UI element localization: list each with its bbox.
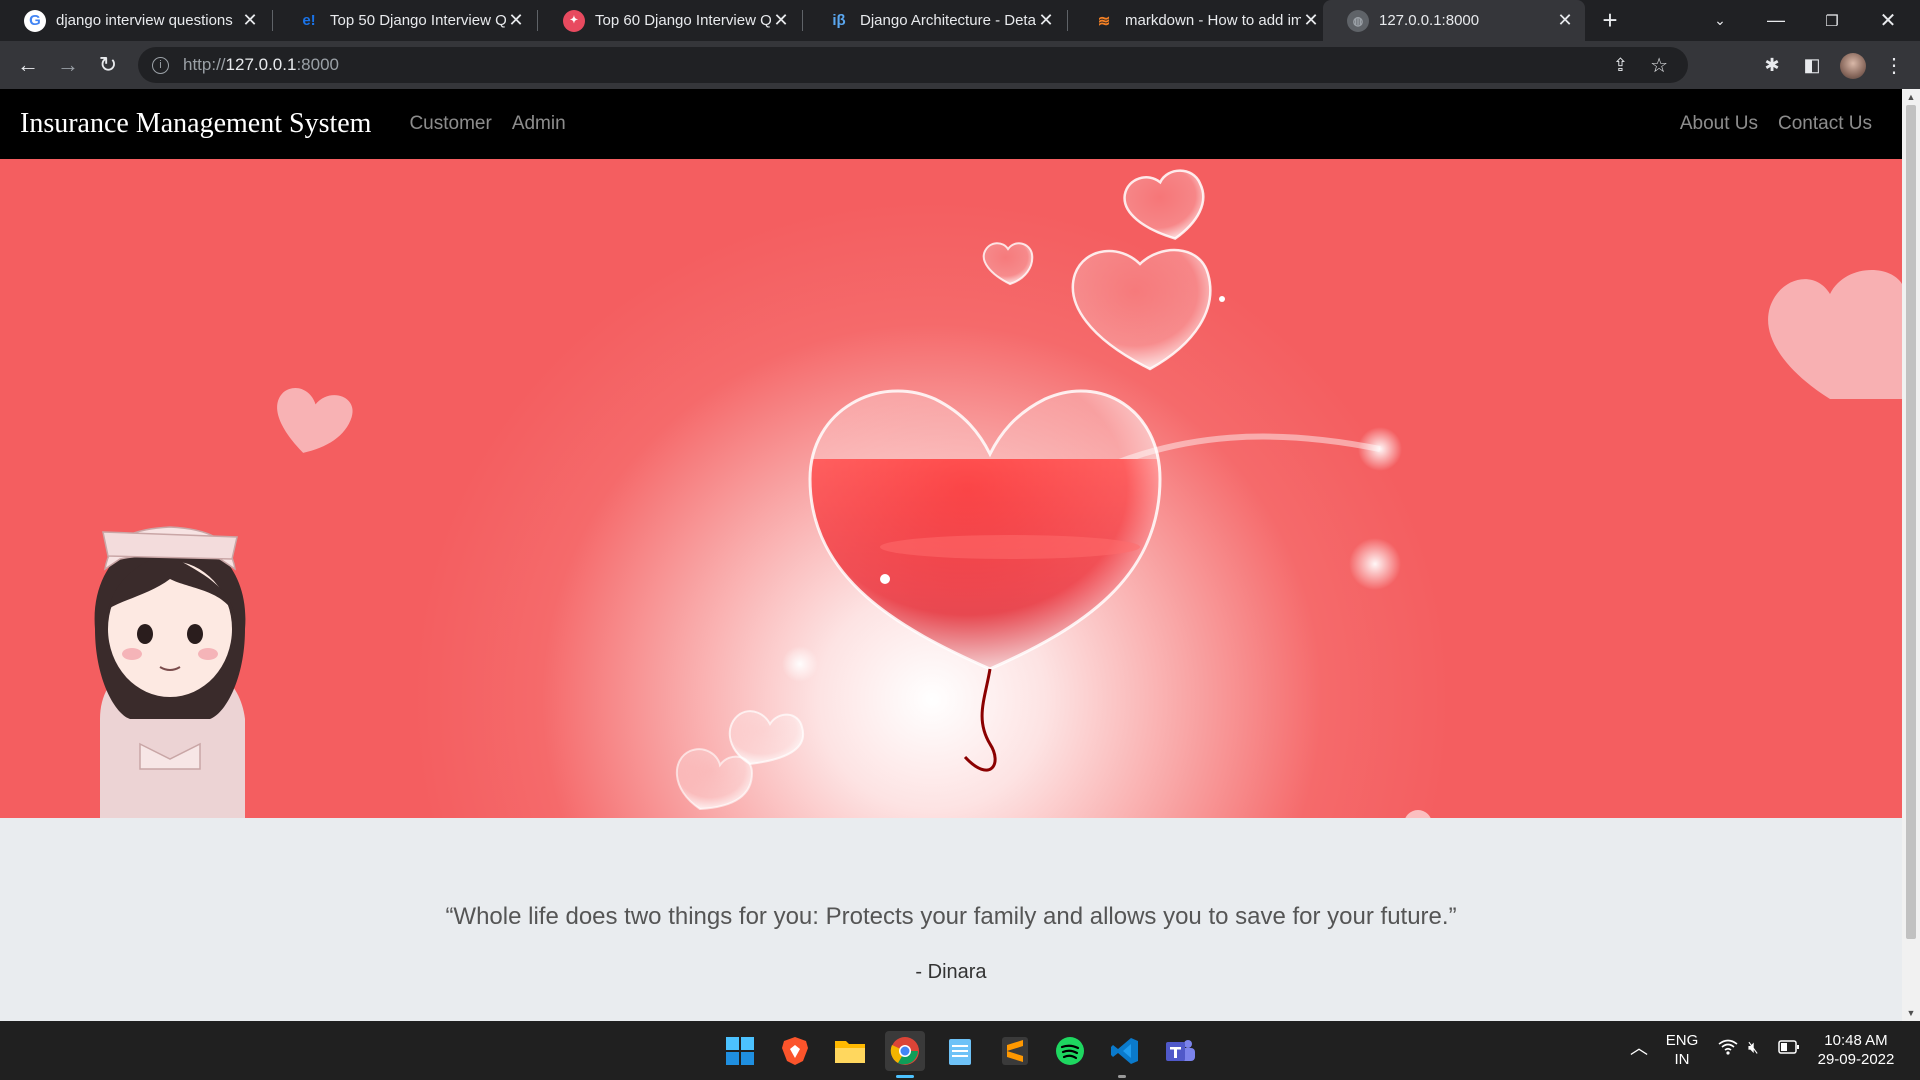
back-button[interactable]: ← [8, 45, 48, 85]
site-navbar: Insurance Management System Customer Adm… [0, 89, 1902, 159]
google-icon: G [24, 9, 46, 32]
brave-icon[interactable] [775, 1031, 815, 1071]
tab-1[interactable]: G django interview questions ✕ [0, 0, 270, 41]
spotify-icon[interactable] [1050, 1031, 1090, 1071]
tab-4[interactable]: iβ Django Architecture - Detai ✕ [804, 0, 1066, 41]
active-app-indicator [896, 1075, 914, 1078]
tab-title: Top 60 Django Interview Qu [595, 12, 772, 29]
edureka-icon: e! [302, 12, 316, 29]
tab-3[interactable]: ✦ Top 60 Django Interview Qu ✕ [539, 0, 801, 41]
browser-toolbar: ← → ↻ i http://127.0.0.1:8000 ⇪ ☆ ✱ ◧ ⋮ [0, 41, 1920, 89]
menu-kebab-icon[interactable]: ⋮ [1874, 45, 1914, 85]
close-icon[interactable]: ✕ [1036, 10, 1056, 31]
url-host: 127.0.0.1 [225, 55, 297, 74]
battery-icon[interactable] [1778, 1040, 1800, 1059]
close-icon[interactable]: ✕ [771, 10, 791, 31]
nav-customer[interactable]: Customer [409, 113, 491, 135]
notepad-icon[interactable] [940, 1031, 980, 1071]
tab-title: 127.0.0.1:8000 [1379, 12, 1480, 29]
restore-button[interactable]: ❐ [1804, 0, 1860, 41]
url-scheme: http:// [183, 55, 226, 74]
tab-6-active[interactable]: ◍ 127.0.0.1:8000 ✕ [1323, 0, 1585, 41]
interviewbit-icon: ✦ [563, 9, 585, 32]
side-panel-icon[interactable]: ◧ [1792, 45, 1832, 85]
tab-search-icon[interactable]: ⌄ [1692, 0, 1748, 41]
close-icon[interactable]: ✕ [1301, 10, 1321, 31]
chrome-icon[interactable] [885, 1031, 925, 1071]
nav-contact-us[interactable]: Contact Us [1778, 113, 1872, 135]
heart-balloon-illustration [94, 169, 1902, 818]
nav-about-us[interactable]: About Us [1680, 113, 1758, 135]
open-app-indicator [1118, 1075, 1126, 1078]
globe-icon: ◍ [1347, 9, 1369, 32]
close-window-button[interactable]: ✕ [1860, 0, 1916, 41]
clock[interactable]: 10:48 AM 29-09-2022 [1806, 1031, 1906, 1069]
share-icon[interactable]: ⇪ [1613, 55, 1628, 76]
wifi-icon[interactable] [1718, 1039, 1738, 1059]
quote-author: - Dinara [915, 961, 987, 983]
profile-avatar[interactable] [1840, 53, 1866, 79]
windows-taskbar: ︿ ENG IN 🔇︎ 10:48 AM 29-09-2022 [0, 1021, 1920, 1080]
vscode-icon[interactable] [1105, 1031, 1145, 1071]
address-bar[interactable]: i http://127.0.0.1:8000 ⇪ ☆ [138, 47, 1688, 83]
bookmark-star-icon[interactable]: ☆ [1650, 53, 1668, 78]
close-icon[interactable]: ✕ [1555, 10, 1575, 31]
clock-time: 10:48 AM [1824, 1032, 1888, 1049]
stackoverflow-icon: ≋ [1097, 12, 1111, 30]
site-brand[interactable]: Insurance Management System [20, 108, 371, 140]
close-icon[interactable]: ✕ [506, 10, 526, 31]
tab-5[interactable]: ≋ markdown - How to add im ✕ [1069, 0, 1331, 41]
red-heart-balloon [808, 389, 1162, 772]
minimize-button[interactable]: — [1748, 0, 1804, 41]
scroll-thumb[interactable] [1906, 105, 1916, 939]
tab-2[interactable]: e! Top 50 Django Interview Qu ✕ [274, 0, 536, 41]
interviewbit-ib-icon: iβ [832, 12, 846, 29]
clock-date: 29-09-2022 [1817, 1051, 1895, 1068]
reload-button[interactable]: ↻ [88, 45, 128, 85]
volume-muted-icon[interactable]: 🔇︎ [1748, 1038, 1759, 1057]
tab-title: markdown - How to add im [1125, 12, 1302, 29]
jumbotron-quote: “Whole life does two things for you: Pro… [445, 903, 1457, 930]
tab-title: django interview questions [56, 12, 233, 29]
web-page: Insurance Management System Customer Adm… [0, 89, 1902, 1021]
nurse-cartoon [94, 526, 246, 818]
language-code: ENG [1665, 1032, 1699, 1049]
close-icon[interactable]: ✕ [240, 10, 260, 31]
nav-admin[interactable]: Admin [512, 113, 566, 135]
scroll-down-arrow[interactable]: ▼ [1902, 1005, 1920, 1021]
file-explorer-icon[interactable] [830, 1031, 870, 1071]
forward-button[interactable]: → [48, 45, 88, 85]
tab-title: Top 50 Django Interview Qu [330, 12, 507, 29]
extensions-icon[interactable]: ✱ [1752, 45, 1792, 85]
url-port: :8000 [296, 55, 339, 74]
language-indicator[interactable]: ENG IN [1662, 1031, 1702, 1069]
region-code: IN [1674, 1051, 1690, 1068]
teams-icon[interactable] [1160, 1031, 1200, 1071]
info-icon[interactable]: i [152, 56, 169, 74]
sublime-text-icon[interactable] [995, 1031, 1035, 1071]
scroll-up-arrow[interactable]: ▲ [1902, 89, 1920, 105]
windows-start-icon[interactable] [720, 1031, 760, 1071]
page-scrollbar[interactable]: ▲ ▼ [1902, 89, 1920, 1021]
tab-strip: G django interview questions ✕ e! Top 50… [0, 0, 1920, 41]
hero-image [0, 159, 1902, 818]
show-hidden-icons-chevron[interactable]: ︿ [1630, 1039, 1648, 1058]
new-tab-button[interactable]: + [1585, 0, 1635, 41]
tab-title: Django Architecture - Detai [860, 12, 1037, 29]
